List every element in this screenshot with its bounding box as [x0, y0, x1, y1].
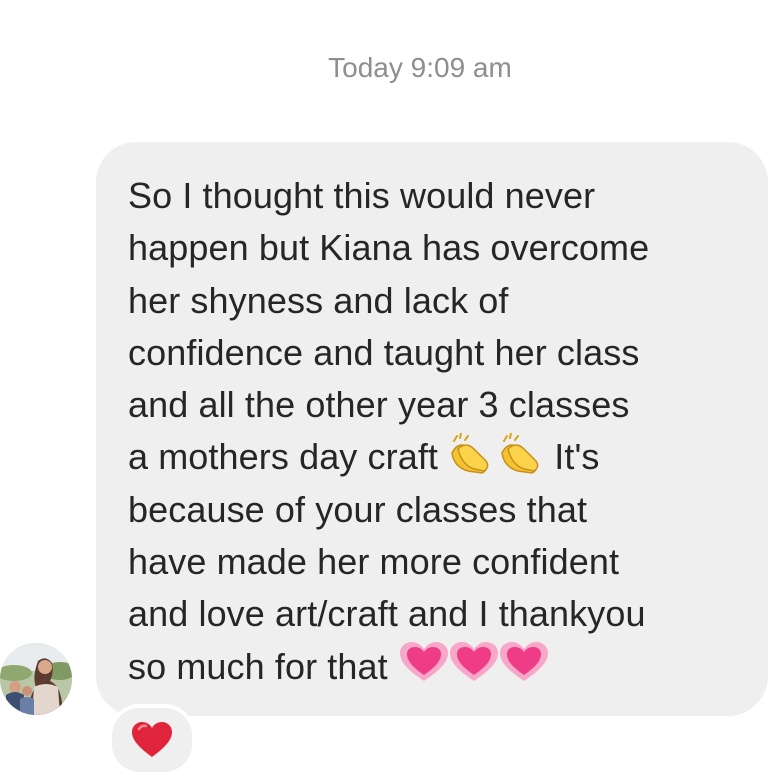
message-line-with-emoji: so much for that	[128, 641, 744, 693]
avatar-photo	[0, 643, 72, 715]
reaction-badge[interactable]	[108, 704, 196, 776]
message-line: her shyness and lack of	[128, 279, 509, 321]
red-heart-icon	[132, 722, 172, 757]
message-line: happen but Kiana has overcome	[128, 227, 650, 269]
message-line: and all the other year 3 classes	[128, 384, 630, 426]
message-line-text: It's	[554, 436, 600, 478]
message-line: confidence and taught her class	[128, 331, 640, 373]
message-line: and love art/craft and I thankyou	[128, 593, 646, 635]
message-line: have made her more confident	[128, 541, 620, 583]
message-line-text: so much for that	[128, 645, 388, 687]
clapping-hands-icon	[448, 432, 544, 489]
message-timestamp: Today 9:09 am	[328, 52, 512, 83]
sparkling-heart-icon	[398, 641, 550, 699]
message-line: because of your classes that	[128, 488, 588, 530]
message-bubble[interactable]: So I thought this would never happen but…	[96, 142, 768, 716]
message-text: So I thought this would never happen but…	[128, 170, 744, 693]
message-line: So I thought this would never	[128, 175, 596, 216]
message-line-text: a mothers day craft	[128, 436, 439, 478]
message-line-with-emoji: a mothers day craft It's	[128, 431, 744, 483]
sender-avatar[interactable]	[0, 643, 72, 715]
